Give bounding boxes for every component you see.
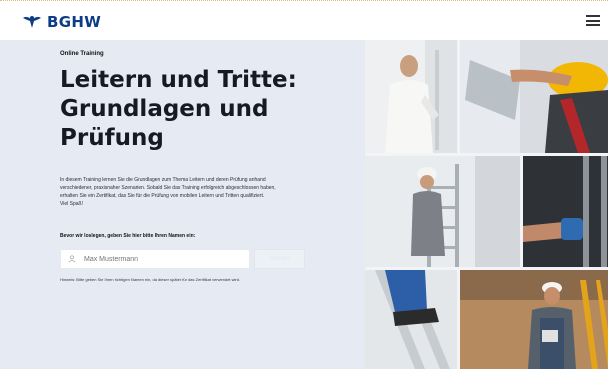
photo-painter	[365, 40, 457, 153]
eagle-icon	[23, 16, 41, 28]
hamburger-icon[interactable]	[586, 15, 600, 26]
name-prompt: Bevor wir loslegen, geben Sie hier bitte…	[60, 233, 196, 239]
start-button[interactable]: Starten	[254, 249, 305, 269]
eyebrow-label: Online Training	[60, 51, 104, 57]
intro-paragraph: In diesem Training lernen Sie die Grundl…	[60, 177, 276, 199]
name-input[interactable]	[82, 254, 236, 264]
photo-glove-ladder	[523, 156, 608, 267]
intro-text: In diesem Training lernen Sie die Grundl…	[60, 176, 285, 208]
photo-tablet-worker	[460, 270, 608, 369]
user-icon	[68, 255, 76, 263]
brand-name: BGHW	[47, 13, 102, 31]
name-field[interactable]	[60, 249, 250, 269]
page-title: Leitern und Tritte: Grundlagen und Prüfu…	[60, 67, 297, 151]
photo-clipboard-worker	[460, 40, 608, 153]
name-note: Hinweis: Bitte geben Sie Ihren richtigen…	[60, 277, 241, 282]
page: BGHW Online Training Leitern und Tritte:…	[0, 0, 608, 369]
intro-closing: Viel Spaß!	[60, 201, 83, 207]
photo-ladder-worker	[365, 156, 520, 267]
photo-gallery	[365, 40, 608, 369]
photo-boots-ladder	[365, 270, 457, 369]
brand-logo[interactable]: BGHW	[22, 13, 101, 31]
top-bar: BGHW	[0, 0, 608, 40]
